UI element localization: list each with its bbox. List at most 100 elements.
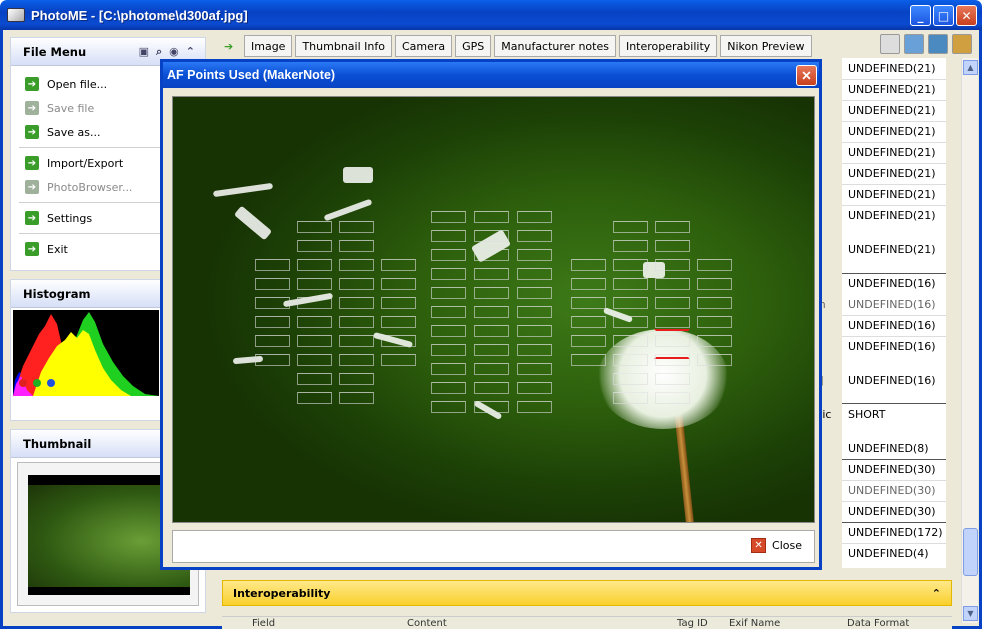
- af-point: [339, 335, 374, 347]
- search-icon[interactable]: ⌕: [156, 45, 162, 59]
- red-channel-toggle[interactable]: [19, 379, 27, 387]
- af-point: [613, 221, 648, 233]
- seed-fluff: [343, 167, 373, 183]
- data-format-cell: UNDEFINED(21): [848, 209, 936, 222]
- col-tag-id[interactable]: Tag ID: [677, 618, 708, 629]
- collapse-icon[interactable]: ⌃: [186, 45, 195, 59]
- col-exif-name[interactable]: Exif Name: [729, 618, 780, 629]
- af-point: [381, 297, 416, 309]
- af-point: [381, 278, 416, 290]
- section-divider: [842, 459, 946, 460]
- af-point: [517, 363, 552, 375]
- tab-nikon-preview[interactable]: Nikon Preview: [720, 35, 812, 57]
- row-divider: [842, 184, 946, 185]
- af-point: [339, 297, 374, 309]
- af-point: [655, 297, 690, 309]
- interoperability-title: Interoperability: [233, 586, 331, 600]
- close-button[interactable]: ✕: [956, 5, 977, 26]
- af-point: [613, 316, 648, 328]
- collapse-icon[interactable]: ⌃: [932, 587, 941, 600]
- af-point: [474, 268, 509, 280]
- af-point: [697, 278, 732, 290]
- af-point: [297, 278, 332, 290]
- af-points-dialog: AF Points Used (MakerNote) ✕ ✕ Close: [160, 59, 822, 570]
- af-point: [474, 344, 509, 356]
- scroll-down-icon[interactable]: ▼: [963, 606, 978, 621]
- col-field[interactable]: Field: [252, 618, 275, 629]
- af-point: [474, 306, 509, 318]
- af-point: [431, 230, 466, 242]
- af-point: [571, 278, 606, 290]
- af-point: [297, 354, 332, 366]
- af-point: [255, 259, 290, 271]
- af-point: [431, 401, 466, 413]
- af-point: [517, 325, 552, 337]
- green-channel-toggle[interactable]: [33, 379, 41, 387]
- data-format-cell: UNDEFINED(30): [848, 505, 936, 518]
- tab-interoperability[interactable]: Interoperability: [618, 35, 718, 57]
- af-point: [431, 306, 466, 318]
- af-point: [297, 316, 332, 328]
- seed-fluff: [323, 198, 373, 222]
- af-point: [655, 373, 690, 385]
- arrow-right-icon: ➔: [25, 125, 39, 139]
- vertical-scrollbar[interactable]: ▲ ▼: [961, 58, 978, 623]
- row-divider: [842, 543, 946, 544]
- af-point: [697, 354, 732, 366]
- tools-icon[interactable]: [952, 34, 972, 54]
- scroll-thumb[interactable]: [963, 528, 978, 576]
- af-point: [571, 335, 606, 347]
- blue-channel-toggle[interactable]: [47, 379, 55, 387]
- tab-thumbnail-info[interactable]: Thumbnail Info: [295, 35, 392, 57]
- tab-image[interactable]: Image: [244, 35, 293, 57]
- scroll-up-icon[interactable]: ▲: [963, 60, 978, 75]
- af-point: [339, 373, 374, 385]
- col-content[interactable]: Content: [407, 618, 447, 629]
- af-point: [255, 278, 290, 290]
- af-point: [655, 335, 690, 347]
- af-point: [297, 240, 332, 252]
- af-point: [655, 392, 690, 404]
- help-icon[interactable]: ◉: [169, 45, 179, 59]
- col-data-format[interactable]: Data Format: [847, 618, 909, 629]
- dialog-close-button[interactable]: ✕ Close: [751, 538, 802, 553]
- data-format-cell: UNDEFINED(172): [848, 526, 943, 539]
- af-point: [474, 249, 509, 261]
- af-point: [697, 259, 732, 271]
- edit-icon[interactable]: [880, 34, 900, 54]
- af-point: [474, 401, 509, 413]
- af-point: [613, 278, 648, 290]
- tab-camera[interactable]: Camera: [394, 35, 453, 57]
- arrow-right-icon: ➔: [25, 156, 39, 170]
- arrow-right-icon: ➔: [25, 242, 39, 256]
- interoperability-section-header[interactable]: Interoperability ⌃: [222, 580, 952, 606]
- copy-icon[interactable]: ▣: [139, 45, 149, 59]
- section-divider: [842, 403, 946, 404]
- tab-gps[interactable]: GPS: [455, 35, 492, 57]
- af-point: [297, 259, 332, 271]
- af-point: [517, 230, 552, 242]
- af-point: [474, 211, 509, 223]
- dialog-close-x-button[interactable]: ✕: [796, 65, 817, 86]
- af-point: [655, 316, 690, 328]
- image-icon[interactable]: [904, 34, 924, 54]
- dialog-close-label: Close: [772, 539, 802, 552]
- data-format-cell: UNDEFINED(4): [848, 547, 929, 560]
- tab-manufacturer-notes[interactable]: Manufacturer notes: [494, 35, 616, 57]
- dialog-footer: ✕ Close: [172, 530, 815, 563]
- arrow-right-icon: ➔: [25, 211, 39, 225]
- go-arrow-icon[interactable]: ➔: [224, 40, 238, 53]
- data-format-cell: UNDEFINED(21): [848, 188, 936, 201]
- data-format-cell: UNDEFINED(16): [848, 277, 936, 290]
- af-point: [255, 297, 290, 309]
- close-icon: ✕: [751, 538, 767, 553]
- data-format-cell: UNDEFINED(21): [848, 62, 936, 75]
- menu-open-file-label: Open file...: [47, 77, 108, 91]
- row-divider: [842, 163, 946, 164]
- maximize-button[interactable]: □: [933, 5, 954, 26]
- af-point: [613, 297, 648, 309]
- af-point: [697, 335, 732, 347]
- arrow-right-icon: ➔: [25, 101, 39, 115]
- brush-icon[interactable]: [928, 34, 948, 54]
- minimize-button[interactable]: _: [910, 5, 931, 26]
